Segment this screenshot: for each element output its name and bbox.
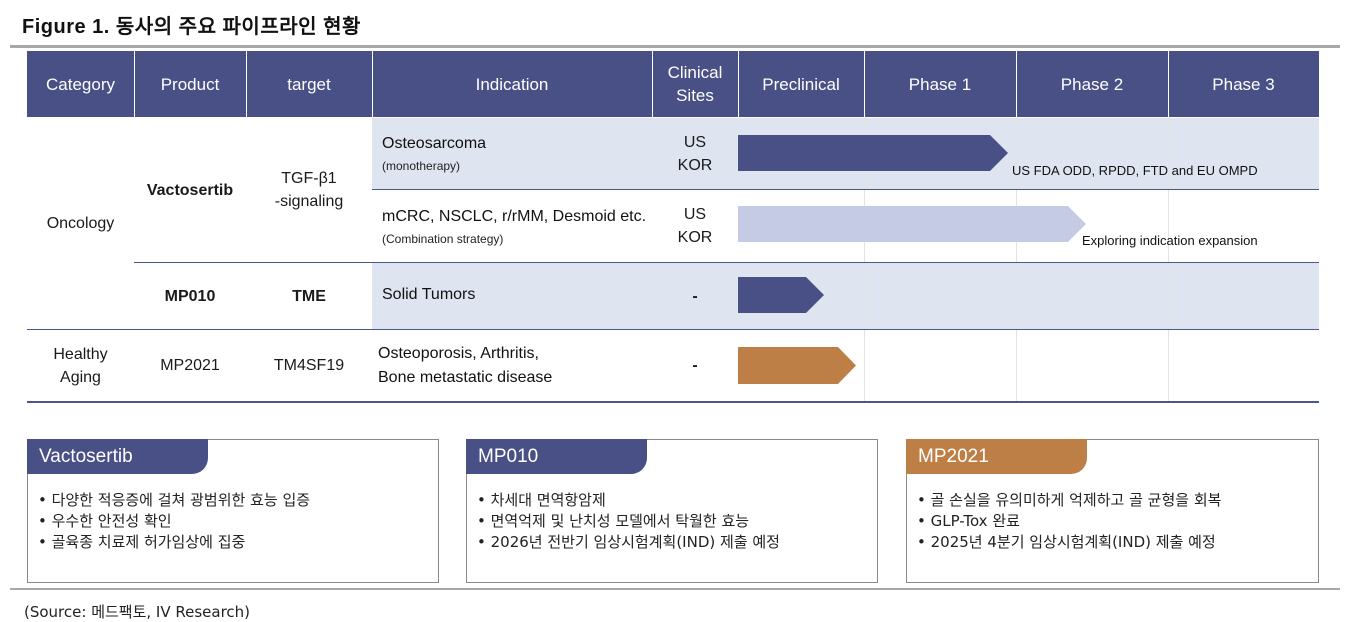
product-vactosertib: Vactosertib — [146, 181, 234, 199]
summary-box-vactosertib: Vactosertib • 다양한 적응증에 걸쳐 광범위한 효능 입증 • 우… — [27, 439, 439, 583]
list-item: • 골육종 치료제 허가임상에 집중 — [38, 533, 246, 551]
progress-arrow-osteoporosis — [738, 347, 856, 384]
target-tgf-beta1: TGF-β1 -signaling — [246, 118, 372, 262]
category-line1: Healthy — [53, 345, 108, 363]
header-category: Category — [46, 74, 115, 94]
note-indication-expansion: Exploring indication expansion — [1082, 233, 1258, 248]
sites-line1: US — [683, 133, 707, 151]
product-mp2021: MP2021 — [160, 357, 220, 374]
phase-divider — [1016, 118, 1017, 401]
indication-solid-tumors: Solid Tumors — [382, 286, 476, 303]
box-title-mp010: MP010 — [466, 439, 647, 474]
pipeline-table: Category Product target Indication Clini… — [27, 51, 1319, 403]
list-item: • 차세대 면역항암제 — [477, 491, 606, 509]
summary-box-mp2021: MP2021 • 골 손실을 유의미하게 억제하고 골 균형을 회복 • GLP… — [906, 439, 1319, 583]
header-preclinical: Preclinical — [762, 74, 840, 94]
arrow-shape — [738, 135, 1008, 171]
header-divider — [1168, 51, 1169, 117]
category-oncology: Oncology — [46, 215, 115, 232]
header-divider — [372, 51, 373, 117]
top-rule — [10, 45, 1340, 48]
progress-arrow-solid-tumors — [738, 277, 824, 313]
box-title-mp2021: MP2021 — [906, 439, 1087, 474]
header-sites-line1: Clinical — [667, 63, 723, 82]
figure-title: Figure 1. 동사의 주요 파이프라인 현황 — [22, 16, 361, 38]
list-item: • 다양한 적응증에 걸쳐 광범위한 효능 입증 — [38, 491, 311, 509]
target-tme: TME — [292, 287, 326, 305]
header-sites-line2: Sites — [676, 86, 714, 105]
target-tm4sf19: TM4SF19 — [273, 357, 345, 374]
summary-box-mp010: MP010 • 차세대 면역항암제 • 면역억제 및 난치성 모델에서 탁월한 … — [466, 439, 878, 583]
bullet-list-mp2021: • 골 손실을 유의미하게 억제하고 골 균형을 회복 • GLP-Tox 완료… — [917, 490, 1221, 553]
arrow-shape — [738, 277, 824, 313]
box-title-vactosertib: Vactosertib — [27, 439, 208, 474]
sites-line2: KOR — [677, 229, 713, 246]
note-regulatory-designations: US FDA ODD, RPDD, FTD and EU OMPD — [1012, 163, 1258, 178]
category-healthy-aging: Healthy Aging — [27, 330, 134, 401]
sites-line1: US — [683, 206, 707, 223]
target-line2: -signaling — [274, 193, 344, 210]
header-phase3: Phase 3 — [1212, 74, 1275, 94]
progress-arrow-osteosarcoma — [738, 135, 1008, 171]
header-phase1: Phase 1 — [908, 74, 972, 94]
indication-osteoporosis-line1: Osteoporosis, Arthritis, — [378, 345, 539, 362]
header-divider — [738, 51, 739, 117]
product-mp010: MP010 — [164, 287, 216, 305]
source-note: (Source: 메드팩토, IV Research) — [24, 603, 251, 621]
row-band-solid-tumors — [372, 263, 1319, 329]
list-item: • 2026년 전반기 임상시험계획(IND) 제출 예정 — [477, 533, 780, 551]
row-divider — [372, 189, 1319, 190]
sites-line2: KOR — [677, 156, 713, 174]
header-divider — [246, 51, 247, 117]
header-product: Product — [160, 74, 220, 94]
phase-divider — [1168, 118, 1169, 401]
target-line1: TGF-β1 — [281, 170, 337, 187]
header-divider — [652, 51, 653, 117]
bullet-list-mp010: • 차세대 면역항암제 • 면역억제 및 난치성 모델에서 탁월한 효능 • 2… — [477, 490, 780, 553]
sites-osteoporosis: - — [692, 357, 698, 374]
list-item: • GLP-Tox 완료 — [917, 512, 1020, 530]
header-clinical-sites: Clinical Sites — [652, 51, 738, 117]
indication-sub-combination: (Combination strategy) — [382, 232, 504, 246]
header-divider — [1016, 51, 1017, 117]
header-target: target — [287, 74, 331, 94]
sites-solid-tumors: - — [692, 287, 698, 305]
bottom-rule — [10, 588, 1340, 590]
indication-combination: mCRC, NSCLC, r/rMM, Desmoid etc. — [382, 208, 647, 225]
list-item: • 우수한 안전성 확인 — [38, 512, 172, 530]
sites-combination: US KOR — [652, 190, 738, 262]
list-item: • 면역억제 및 난치성 모델에서 탁월한 효능 — [477, 512, 750, 530]
arrow-shape — [738, 206, 1086, 242]
arrow-shape — [738, 347, 856, 384]
table-bottom-rule — [27, 401, 1319, 403]
sites-osteosarcoma: US KOR — [652, 118, 738, 189]
bullet-list-vactosertib: • 다양한 적응증에 걸쳐 광범위한 효능 입증 • 우수한 안전성 확인 • … — [38, 490, 310, 553]
progress-arrow-combination — [738, 206, 1086, 242]
header-phase2: Phase 2 — [1060, 74, 1124, 94]
header-divider — [864, 51, 865, 117]
indication-sub-monotherapy: (monotherapy) — [382, 159, 461, 173]
header-divider — [134, 51, 135, 117]
header-indication: Indication — [475, 74, 549, 94]
category-line2: Aging — [60, 368, 101, 386]
indication-osteoporosis-line2: Bone metastatic disease — [378, 369, 553, 386]
indication-osteosarcoma: Osteosarcoma — [382, 135, 487, 152]
list-item: • 골 손실을 유의미하게 억제하고 골 균형을 회복 — [917, 491, 1222, 509]
list-item: • 2025년 4분기 임상시험계획(IND) 제출 예정 — [917, 533, 1216, 551]
